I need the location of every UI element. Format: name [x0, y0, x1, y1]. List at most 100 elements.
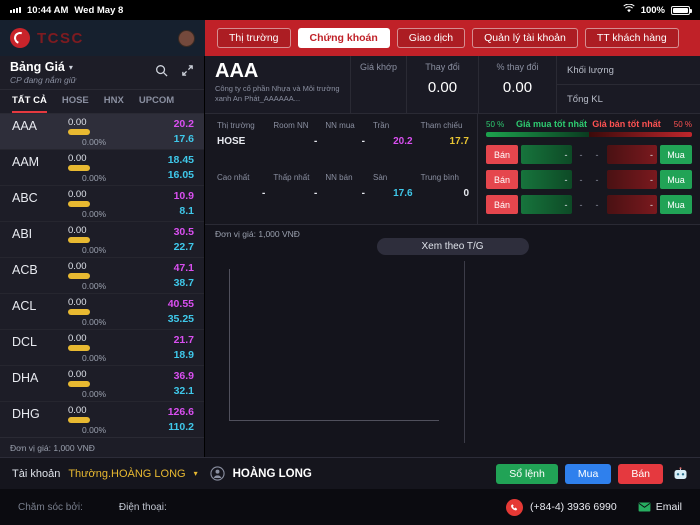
order-book-button[interactable]: Sổ lệnh	[496, 463, 558, 484]
stock-value: 0.00	[68, 152, 87, 164]
sell-volume: -	[606, 145, 657, 164]
stock-floor-price: 110.2	[168, 421, 194, 433]
stock-row-DCL[interactable]: DCL 0.00 0.00% 21.7 18.9	[0, 330, 204, 366]
info-grid: Thị trường HOSE Room NN - NN mua - Trần 20.2…	[205, 114, 477, 224]
market-filter-tabs: TẤT CẢ HOSE HNX UPCOM	[0, 90, 204, 114]
company-name: Công ty cổ phần Nhựa và Môi trường xanh …	[215, 84, 340, 103]
stock-row-ABI[interactable]: ABI 0.00 0.00% 30.5 22.7	[0, 222, 204, 258]
buy-button[interactable]: Mua	[660, 170, 692, 189]
filter-tab-upcom[interactable]: UPCOM	[139, 90, 174, 113]
info-section: Thị trường HOSE Room NN - NN mua - Trần 20.2…	[205, 114, 700, 225]
sell-percent: 50 %	[673, 119, 692, 129]
holding-bar	[68, 273, 90, 279]
order-book-row: Bán - - - - Mua	[486, 195, 692, 214]
stock-symbol: ACL	[12, 299, 37, 313]
account-chevron-down-icon[interactable]: ▾	[194, 469, 198, 478]
holding-bar	[68, 309, 90, 315]
holding-bar	[68, 201, 90, 207]
sell-order-button[interactable]: Bán	[618, 463, 663, 484]
tab-tt-khach-hang[interactable]: TT khách hàng	[584, 28, 679, 48]
brand-area: TCSC	[0, 20, 205, 56]
chevron-down-icon[interactable]: ▾	[69, 63, 73, 72]
sidebar-header: Bảng Giá ▾ CP đang nắm giữ	[0, 56, 204, 90]
stock-percent: 0.00%	[82, 352, 107, 363]
stock-symbol: ABC	[12, 191, 38, 205]
stock-percent: 0.00%	[82, 244, 107, 255]
buy-volume: -	[521, 145, 572, 164]
market-value: HOSE	[217, 136, 246, 147]
stock-row-ABC[interactable]: ABC 0.00 0.00% 10.9 8.1	[0, 186, 204, 222]
account-label: Tài khoản	[12, 467, 61, 480]
nn-sell-value: -	[361, 187, 365, 199]
stock-row-AAM[interactable]: AAM 0.00 0.00% 18.45 16.05	[0, 150, 204, 186]
buy-price: -	[579, 174, 583, 185]
tab-thi-truong[interactable]: Thị trường	[217, 28, 291, 48]
sell-button[interactable]: Bán	[486, 195, 518, 214]
sell-button[interactable]: Bán	[486, 170, 518, 189]
pct-change-value: 0.00	[502, 79, 533, 96]
ceiling-label: Trần	[373, 121, 390, 130]
account-selector[interactable]: Thường.HOÀNG LONG	[68, 468, 185, 480]
stock-row-AAA[interactable]: AAA 0.00 0.00% 20.2 17.6	[0, 114, 204, 150]
nn-sell-label: NN bán	[325, 172, 353, 182]
buy-button[interactable]: Mua	[660, 195, 692, 214]
status-time: 10:44 AM	[27, 4, 69, 16]
phone-number[interactable]: (+84-4) 3936 6990	[530, 501, 617, 513]
tab-quan-ly-tai-khoan[interactable]: Quản lý tài khoản	[472, 28, 578, 48]
status-bar: 10:44 AM Wed May 8 100%	[0, 0, 700, 20]
filter-tab-hose[interactable]: HOSE	[62, 90, 89, 113]
holding-bar	[68, 381, 90, 387]
average-value: 0	[463, 187, 469, 199]
sell-button[interactable]: Bán	[486, 145, 518, 164]
holding-bar	[68, 345, 90, 351]
stock-floor-price: 35.25	[167, 313, 194, 325]
account-bar: Tài khoản Thường.HOÀNG LONG ▾ HOÀNG LONG…	[0, 457, 700, 489]
floor-label: Sàn	[373, 172, 388, 182]
stock-ceiling-price: 20.2	[173, 118, 194, 130]
lowest-value: -	[314, 187, 318, 199]
stock-row-ACL[interactable]: ACL 0.00 0.00% 40.55 35.25	[0, 294, 204, 330]
stock-percent: 0.00%	[82, 172, 107, 183]
buy-button[interactable]: Mua	[660, 145, 692, 164]
phone-icon[interactable]	[506, 498, 524, 516]
search-icon[interactable]	[155, 64, 168, 82]
nn-buy-value: -	[361, 136, 365, 147]
volume-label: Khối lượng	[567, 64, 614, 76]
change-label: Thay đổi	[425, 62, 460, 72]
tab-chung-khoan[interactable]: Chứng khoán	[297, 28, 390, 48]
stock-ceiling-price: 36.9	[173, 370, 194, 382]
price-board-sidebar: Bảng Giá ▾ CP đang nắm giữ TẤT CẢ HOSE H…	[0, 56, 205, 457]
room-nn-label: Room NN	[273, 121, 309, 130]
reference-label: Tham chiếu	[420, 121, 463, 130]
care-label: Chăm sóc bởi:	[18, 501, 83, 513]
main-nav: Thị trường Chứng khoán Giao dịch Quản lý…	[205, 20, 700, 56]
email-link[interactable]: Email	[638, 501, 682, 513]
expand-icon[interactable]	[181, 64, 194, 82]
avatar[interactable]	[178, 29, 195, 47]
buy-price: -	[579, 199, 583, 210]
sell-price: -	[595, 149, 599, 160]
stock-row-DHA[interactable]: DHA 0.00 0.00% 36.9 32.1	[0, 366, 204, 402]
battery-percent: 100%	[640, 4, 665, 16]
tab-giao-dich[interactable]: Giao dịch	[396, 28, 466, 48]
filter-tab-all[interactable]: TẤT CẢ	[12, 90, 47, 113]
chart-toolbar: Đơn vị giá: 1,000 VNĐ Xem theo T/G	[205, 225, 700, 259]
stock-percent: 0.00%	[82, 316, 107, 327]
detail-symbol: AAA	[215, 60, 259, 82]
stock-floor-price: 38.7	[173, 277, 194, 289]
tcsc-logo-icon	[10, 28, 30, 48]
stock-row-DHG[interactable]: DHG 0.00 0.00% 126.6 110.2	[0, 402, 204, 437]
change-value: 0.00	[427, 79, 458, 96]
reference-value: 17.7	[449, 136, 469, 147]
filter-tab-hnx[interactable]: HNX	[104, 90, 124, 113]
stock-symbol: ACB	[12, 263, 38, 277]
sidebar-unit-note: Đơn vị giá: 1,000 VNĐ	[0, 437, 204, 457]
cellular-signal-icon	[10, 7, 21, 13]
view-by-time-button[interactable]: Xem theo T/G	[376, 238, 529, 255]
chatbot-icon[interactable]	[673, 466, 688, 481]
stock-row-ACB[interactable]: ACB 0.00 0.00% 47.1 38.7	[0, 258, 204, 294]
phone-label: Điện thoại:	[118, 501, 167, 513]
buy-percent: 50 %	[486, 119, 505, 129]
price-board-title[interactable]: Bảng Giá	[10, 60, 65, 74]
buy-order-button[interactable]: Mua	[564, 463, 612, 484]
